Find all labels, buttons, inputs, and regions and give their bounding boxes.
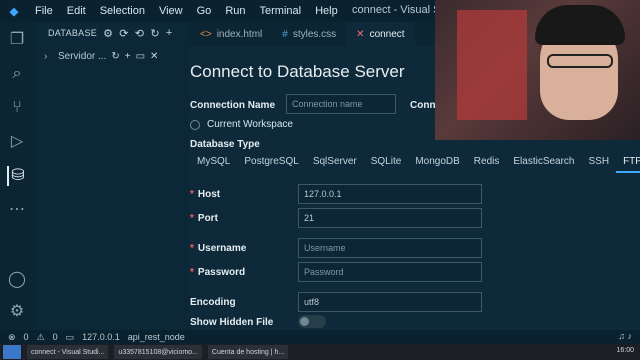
menu-terminal[interactable]: Terminal xyxy=(253,5,309,17)
db-tab-mongodb[interactable]: MongoDB xyxy=(408,152,466,173)
connection-label: Servidor ... xyxy=(58,50,107,62)
menu-run[interactable]: Run xyxy=(218,5,252,17)
task-vscode[interactable]: connect - Visual Studi... xyxy=(27,345,109,359)
account-icon[interactable]: ◯ xyxy=(7,270,27,290)
username-input[interactable]: Username xyxy=(298,238,482,258)
html-file-icon: <> xyxy=(200,28,212,40)
explorer-icon[interactable]: ❐ xyxy=(7,30,27,50)
current-workspace-radio[interactable] xyxy=(190,120,200,130)
add-connection-icon[interactable]: + xyxy=(166,27,173,39)
password-label: * Password xyxy=(190,267,246,278)
toggle-knob xyxy=(300,317,309,326)
refresh-connection-icon[interactable]: ↻ xyxy=(111,51,119,62)
menu-go[interactable]: Go xyxy=(190,5,219,17)
db-tab-redis[interactable]: Redis xyxy=(467,152,507,173)
reload-icon[interactable]: ↻ xyxy=(150,27,160,40)
vscode-logo-icon: ◆ xyxy=(9,5,19,18)
db-tab-sqlite[interactable]: SQLite xyxy=(364,152,409,173)
database-icon[interactable]: ⛁ xyxy=(7,166,27,186)
css-file-icon: # xyxy=(282,28,288,40)
db-tab-mysql[interactable]: MySQL xyxy=(190,152,237,173)
tab-styles-css[interactable]: # styles.css xyxy=(272,22,346,46)
tab-label: styles.css xyxy=(292,28,337,40)
encoding-label: Encoding xyxy=(190,297,236,308)
presenter-cap xyxy=(535,5,625,45)
warnings-icon[interactable]: ⚠ xyxy=(37,332,45,343)
os-taskbar: connect - Visual Studi... u3357815108@vi… xyxy=(0,344,640,360)
menu-edit[interactable]: Edit xyxy=(60,5,93,17)
system-clock: 16:00 xyxy=(616,347,634,354)
port-label-text: Port xyxy=(197,213,218,224)
menu-view[interactable]: View xyxy=(152,5,190,17)
host-label-text: Host xyxy=(197,189,221,200)
host-input[interactable]: 127.0.0.1 xyxy=(298,184,482,204)
presenter-glasses xyxy=(547,54,613,68)
task-terminal[interactable]: u3357815108@viciomo... xyxy=(114,345,202,359)
terminal-icon[interactable]: ▭ xyxy=(136,51,145,62)
tab-connect[interactable]: ✕ connect xyxy=(346,22,415,46)
current-workspace-label: Current Workspace xyxy=(207,119,293,130)
db-tab-sqlserver[interactable]: SqlServer xyxy=(306,152,364,173)
tab-label: connect xyxy=(369,28,405,40)
connection-name-label: Connection Name xyxy=(190,100,276,111)
close-icon[interactable]: ✕ xyxy=(150,51,158,62)
sidebar-header: DATABASE ⚙ ⟳ ⟲ ↻ + xyxy=(34,22,190,44)
menu-help[interactable]: Help xyxy=(308,5,345,17)
database-type-tabs: MySQL PostgreSQL SqlServer SQLite MongoD… xyxy=(190,152,640,173)
errors-count: 0 xyxy=(23,332,29,342)
settings-icon[interactable]: ⚙ xyxy=(103,27,113,40)
run-debug-icon[interactable]: ▷ xyxy=(7,132,27,152)
menu-file[interactable]: File xyxy=(28,5,60,17)
editor-tabs: <> index.html # styles.css ✕ connect xyxy=(190,22,435,46)
menu-selection[interactable]: Selection xyxy=(93,5,152,17)
db-tab-ftp[interactable]: FTP xyxy=(616,152,640,173)
password-label-text: Password xyxy=(197,267,246,278)
status-db[interactable]: api_rest_node xyxy=(128,332,185,342)
show-hidden-file-toggle[interactable] xyxy=(298,315,326,328)
username-label: * Username xyxy=(190,243,247,254)
tab-label: index.html xyxy=(216,28,263,40)
search-icon[interactable]: ⌕ xyxy=(7,64,27,84)
chevron-right-icon[interactable]: › xyxy=(44,51,58,62)
connection-name-input[interactable]: Connection name xyxy=(286,94,396,114)
warnings-count: 0 xyxy=(52,332,58,342)
port-label: * Port xyxy=(190,213,218,224)
port-input[interactable]: 21 xyxy=(298,208,482,228)
database-type-label: Database Type xyxy=(190,139,260,150)
username-label-text: Username xyxy=(197,243,247,254)
notifications-bell-icon[interactable]: ♫ ♪ xyxy=(618,331,632,341)
encoding-input[interactable]: utf8 xyxy=(298,292,482,312)
db-tab-postgresql[interactable]: PostgreSQL xyxy=(237,152,305,173)
history-icon[interactable]: ⟲ xyxy=(135,27,145,40)
status-host[interactable]: 127.0.0.1 xyxy=(82,332,120,342)
db-tab-ssh[interactable]: SSH xyxy=(582,152,617,173)
webcam-overlay xyxy=(435,0,640,140)
activity-bar: ❐ ⌕ ⑂ ▷ ⛁ ⋯ ◯ ⚙ xyxy=(0,22,34,330)
vscode-window: ◆ File Edit Selection View Go Run Termin… xyxy=(0,0,640,360)
task-hosting[interactable]: Cuenta de hosting | h... xyxy=(207,345,289,359)
settings-gear-icon[interactable]: ⚙ xyxy=(7,302,27,322)
connection-item[interactable]: › Servidor ... ↻ + ▭ ✕ xyxy=(34,46,190,66)
menu-bar: File Edit Selection View Go Run Terminal… xyxy=(28,5,345,17)
sidebar-title: DATABASE xyxy=(48,28,98,38)
background-shelf xyxy=(457,10,527,120)
db-host-icon: ▭ xyxy=(65,331,75,342)
source-control-icon[interactable]: ⑂ xyxy=(7,98,27,118)
tab-index-html[interactable]: <> index.html xyxy=(190,22,272,46)
start-button-icon[interactable] xyxy=(3,345,21,359)
refresh-icon[interactable]: ⟳ xyxy=(119,27,129,40)
database-sidebar: DATABASE ⚙ ⟳ ⟲ ↻ + › Servidor ... ↻ + ▭ … xyxy=(34,22,190,330)
status-bar: ⊗ 0 ⚠ 0 ▭ 127.0.0.1 api_rest_node ♫ ♪ xyxy=(0,330,640,344)
page-title: Connect to Database Server xyxy=(190,62,405,81)
password-input[interactable]: Password xyxy=(298,262,482,282)
add-icon[interactable]: + xyxy=(125,51,131,62)
host-label: * Host xyxy=(190,189,221,200)
db-tab-elasticsearch[interactable]: ElasticSearch xyxy=(506,152,581,173)
show-hidden-file-label: Show Hidden File xyxy=(190,317,274,328)
errors-icon[interactable]: ⊗ xyxy=(8,332,16,343)
connect-icon: ✕ xyxy=(356,28,365,40)
more-icon[interactable]: ⋯ xyxy=(7,200,27,220)
